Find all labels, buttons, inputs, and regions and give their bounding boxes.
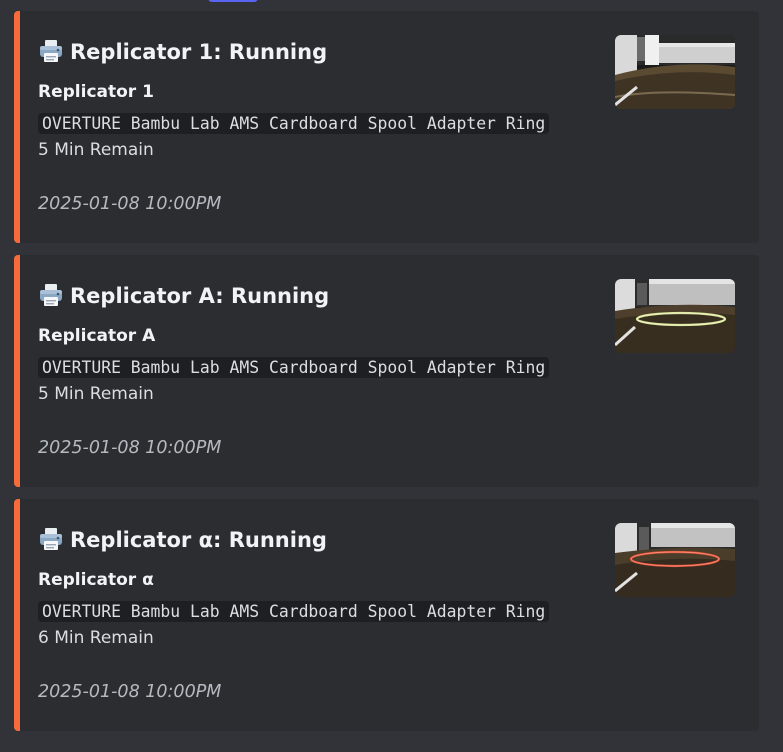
printer-name: Replicator α — [38, 570, 154, 590]
camera-snapshot[interactable] — [615, 279, 735, 353]
embed-timestamp: 2025-01-08 10:00PM — [38, 682, 222, 702]
printer-name: Replicator A — [38, 326, 156, 346]
embed-title: Replicator 1: Running — [38, 38, 327, 64]
job-name-code: OVERTURE Bambu Lab AMS Cardboard Spool A… — [38, 601, 550, 622]
embed-timestamp: 2025-01-08 10:00PM — [38, 194, 222, 214]
printer-name: Replicator 1 — [38, 82, 154, 102]
embed-title-text: Replicator A: Running — [70, 284, 330, 308]
camera-snapshot[interactable] — [615, 35, 735, 109]
previous-message-badge — [208, 0, 258, 2]
printer-icon — [38, 526, 64, 552]
embed-timestamp: 2025-01-08 10:00PM — [38, 438, 222, 458]
job-name-code: OVERTURE Bambu Lab AMS Cardboard Spool A… — [38, 357, 550, 378]
printer-icon — [38, 38, 64, 64]
status-embed: Replicator α: Running Replicator α OVERT… — [14, 499, 759, 731]
embed-title: Replicator α: Running — [38, 526, 327, 552]
embed-list: Replicator 1: Running Replicator 1 OVERT… — [14, 11, 759, 743]
remaining-time: 5 Min Remain — [38, 384, 154, 404]
remaining-time: 5 Min Remain — [38, 140, 154, 160]
chat-panel: Replicator 1: Running Replicator 1 OVERT… — [0, 0, 783, 752]
camera-snapshot[interactable] — [615, 523, 735, 597]
status-embed: Replicator 1: Running Replicator 1 OVERT… — [14, 11, 759, 243]
embed-title-text: Replicator 1: Running — [70, 40, 328, 64]
embed-title: Replicator A: Running — [38, 282, 329, 308]
embed-title-text: Replicator α: Running — [70, 528, 327, 552]
status-embed: Replicator A: Running Replicator A OVERT… — [14, 255, 759, 487]
remaining-time: 6 Min Remain — [38, 628, 154, 648]
printer-icon — [38, 282, 64, 308]
job-name-code: OVERTURE Bambu Lab AMS Cardboard Spool A… — [38, 113, 550, 134]
